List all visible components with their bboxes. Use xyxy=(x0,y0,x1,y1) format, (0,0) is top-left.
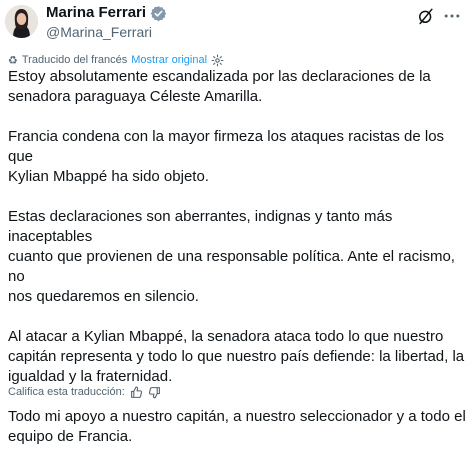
more-options-icon[interactable] xyxy=(442,6,462,26)
translation-note: ♻ Traducido del francés Mostrar original xyxy=(8,52,224,68)
show-original-link[interactable]: Mostrar original xyxy=(131,54,207,66)
verified-badge-icon xyxy=(150,5,167,22)
tweet-text: Estoy absolutamente escandalizada por la… xyxy=(8,67,466,467)
tweet-paragraph: Estas declaraciones son aberrantes, indi… xyxy=(8,208,455,305)
tweet-paragraph: Al atacar a Kylian Mbappé, la senadora a… xyxy=(8,328,465,385)
rate-translation-label: Califica esta traducción: xyxy=(8,386,125,398)
thumbs-down-icon[interactable] xyxy=(148,386,161,399)
grok-icon[interactable] xyxy=(416,6,436,26)
translate-icon: ♻ xyxy=(8,54,18,67)
rate-translation: Califica esta traducción: xyxy=(8,384,161,400)
tweet-paragraph: Todo mi apoyo a nuestro capitán, a nuest… xyxy=(8,408,466,445)
name-row: Marina Ferrari xyxy=(46,3,167,23)
display-name[interactable]: Marina Ferrari xyxy=(46,3,146,23)
avatar[interactable] xyxy=(5,5,38,38)
translated-from-label: Traducido del francés xyxy=(21,54,128,66)
tweet-paragraph: Estoy absolutamente escandalizada por la… xyxy=(8,68,431,105)
tweet-header: Marina Ferrari @Marina_Ferrari xyxy=(0,0,472,48)
tweet-paragraph: Francia condena con la mayor firmeza los… xyxy=(8,128,445,185)
gear-icon[interactable] xyxy=(211,54,224,67)
thumbs-up-icon[interactable] xyxy=(130,386,143,399)
user-handle[interactable]: @Marina_Ferrari xyxy=(46,23,152,41)
